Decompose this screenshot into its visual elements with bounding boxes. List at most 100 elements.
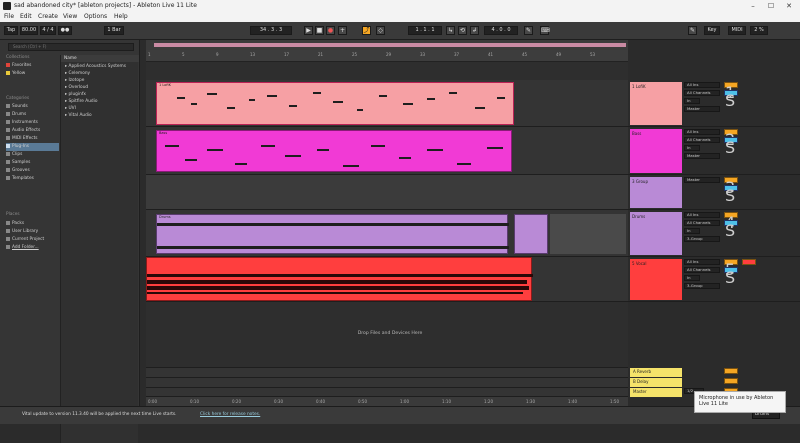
track-name[interactable]: Drums	[630, 212, 682, 255]
quantize-select[interactable]: 1 Bar	[104, 26, 124, 35]
list-item[interactable]: ▸ UVI	[65, 106, 76, 111]
name-header[interactable]: Name	[61, 55, 139, 62]
tap-tempo-button[interactable]: Tap	[4, 26, 18, 35]
return-track-name[interactable]: A Reverb	[630, 368, 682, 377]
menu-options[interactable]: Options	[84, 12, 107, 22]
collection-favorites[interactable]: Favorites	[6, 62, 59, 70]
track-name[interactable]: Bass	[630, 129, 682, 173]
midi-map-button[interactable]: MIDI	[728, 26, 746, 35]
list-item[interactable]: ▸ Celemony	[65, 71, 90, 76]
return-activator-button[interactable]	[724, 368, 738, 374]
track-lane[interactable]	[146, 257, 628, 302]
draw-mode-icon[interactable]: ✎	[524, 26, 533, 35]
track-header[interactable]: Drums All Ins All Channels In 3-Group 4 …	[628, 210, 800, 257]
monitor-in-button[interactable]: In	[684, 145, 700, 151]
place-add-folder[interactable]: Add Folder...	[6, 244, 59, 252]
metronome-button[interactable]: ●●	[58, 26, 72, 35]
punch-in-icon[interactable]: ↳	[446, 26, 455, 35]
place-packs[interactable]: Packs	[6, 220, 59, 228]
punch-out-icon[interactable]: ↲	[470, 26, 479, 35]
arm-button[interactable]	[742, 259, 756, 265]
song-position-field[interactable]: 34 . 3 . 3	[250, 26, 292, 35]
track-activator-button[interactable]: 1	[724, 82, 738, 102]
maximize-icon[interactable]: ☐	[764, 0, 778, 12]
category-plug-ins[interactable]: Plug-Ins	[6, 143, 59, 151]
group-track-lane[interactable]	[146, 175, 628, 210]
place-current-project[interactable]: Current Project	[6, 236, 59, 244]
tempo-field[interactable]: 80.00	[20, 26, 38, 35]
midi-clip[interactable]: Bass	[156, 130, 512, 172]
beat-time-ruler[interactable]: 1 5 9 13 17 21 25 29 33 37 41 45 49 53	[146, 50, 628, 62]
close-icon[interactable]: ✕	[782, 0, 796, 12]
release-notes-link[interactable]: Click here for release notes.	[200, 412, 260, 417]
category-samples[interactable]: Samples	[6, 159, 59, 167]
return-lane[interactable]	[146, 368, 628, 378]
output-select[interactable]: Master	[684, 177, 720, 183]
list-item[interactable]: ▸ Izotope	[65, 78, 84, 83]
audio-clip[interactable]	[146, 257, 533, 301]
input-channel-select[interactable]: All Channels	[684, 220, 720, 226]
solo-button[interactable]: S	[724, 137, 738, 157]
loop-region[interactable]	[550, 214, 626, 254]
list-item[interactable]: ▸ Vital Audio	[65, 113, 92, 118]
stop-icon[interactable]: ■	[315, 26, 324, 35]
return-lane[interactable]	[146, 378, 628, 388]
track-header[interactable]: 1 LofiK All Ins All Channels In Master 1…	[628, 80, 800, 127]
input-channel-select[interactable]: All Channels	[684, 137, 720, 143]
solo-button[interactable]: S	[724, 267, 738, 287]
solo-button[interactable]: S	[724, 185, 738, 205]
master-track-name[interactable]: Master	[630, 388, 682, 397]
menu-create[interactable]: Create	[38, 12, 58, 22]
output-select[interactable]: 3-Group	[684, 236, 720, 242]
pencil-icon[interactable]: ✎	[688, 26, 697, 35]
audio-clip[interactable]: Drums	[156, 214, 509, 254]
category-clips[interactable]: Clips	[6, 151, 59, 159]
overview-bar[interactable]	[154, 43, 626, 47]
time-ruler[interactable]: 0:00 0:10 0:20 0:30 0:40 0:50 1:00 1:10 …	[146, 397, 628, 406]
track-name[interactable]: 3 Group	[630, 177, 682, 208]
audio-clip[interactable]	[514, 214, 548, 254]
return-track-name[interactable]: B Delay	[630, 378, 682, 387]
input-channel-select[interactable]: All Channels	[684, 267, 720, 273]
category-audio-effects[interactable]: Audio Effects	[6, 127, 59, 135]
monitor-in-button[interactable]: In	[684, 228, 700, 234]
track-name[interactable]: 5 Vocal	[630, 259, 682, 300]
monitor-in-button[interactable]: In	[684, 98, 700, 104]
menu-file[interactable]: File	[4, 12, 14, 22]
input-type-select[interactable]: All Ins	[684, 259, 720, 265]
track-activator-button[interactable]: 4	[724, 212, 738, 232]
category-midi-effects[interactable]: MIDI Effects	[6, 135, 59, 143]
master-lane[interactable]	[146, 388, 628, 397]
browser-search-input[interactable]: Search (Ctrl + F)	[8, 43, 134, 51]
record-icon[interactable]: ●	[326, 26, 335, 35]
track-lane[interactable]: Bass	[146, 127, 628, 175]
minimize-icon[interactable]: –	[746, 0, 760, 12]
midi-clip[interactable]: 1 LofiK	[156, 82, 514, 125]
category-drums[interactable]: Drums	[6, 111, 59, 119]
category-grooves[interactable]: Grooves	[6, 167, 59, 175]
track-header[interactable]: 3 Group Master 3 S	[628, 175, 800, 210]
signature-field[interactable]: 4 / 4	[40, 26, 56, 35]
track-lane[interactable]: 1 LofiK	[146, 80, 628, 127]
category-sounds[interactable]: Sounds	[6, 103, 59, 111]
track-activator-button[interactable]: 5	[724, 259, 738, 279]
input-type-select[interactable]: All Ins	[684, 212, 720, 218]
solo-button[interactable]: S	[724, 90, 738, 110]
menu-help[interactable]: Help	[114, 12, 128, 22]
overdub-icon[interactable]: +	[338, 26, 347, 35]
capture-icon[interactable]: ◇	[376, 26, 385, 35]
output-select[interactable]: Master	[684, 153, 720, 159]
track-name[interactable]: 1 LofiK	[630, 82, 682, 125]
play-icon[interactable]: ▶	[304, 26, 313, 35]
loop-start-field[interactable]: 1 . 1 . 1	[408, 26, 442, 35]
monitor-in-button[interactable]: In	[684, 275, 700, 281]
track-activator-button[interactable]: 3	[724, 177, 738, 197]
place-user-library[interactable]: User Library	[6, 228, 59, 236]
track-lane[interactable]: Drums	[146, 210, 628, 257]
category-instruments[interactable]: Instruments	[6, 119, 59, 127]
track-header[interactable]: 5 Vocal All Ins All Channels In 3-Group …	[628, 257, 800, 302]
key-map-button[interactable]: Key	[704, 26, 720, 35]
computer-keyboard-icon[interactable]: ⌨	[540, 26, 550, 35]
track-activator-button[interactable]: 2	[724, 129, 738, 149]
list-item[interactable]: ▸ Applied Acoustics Systems	[65, 64, 126, 69]
